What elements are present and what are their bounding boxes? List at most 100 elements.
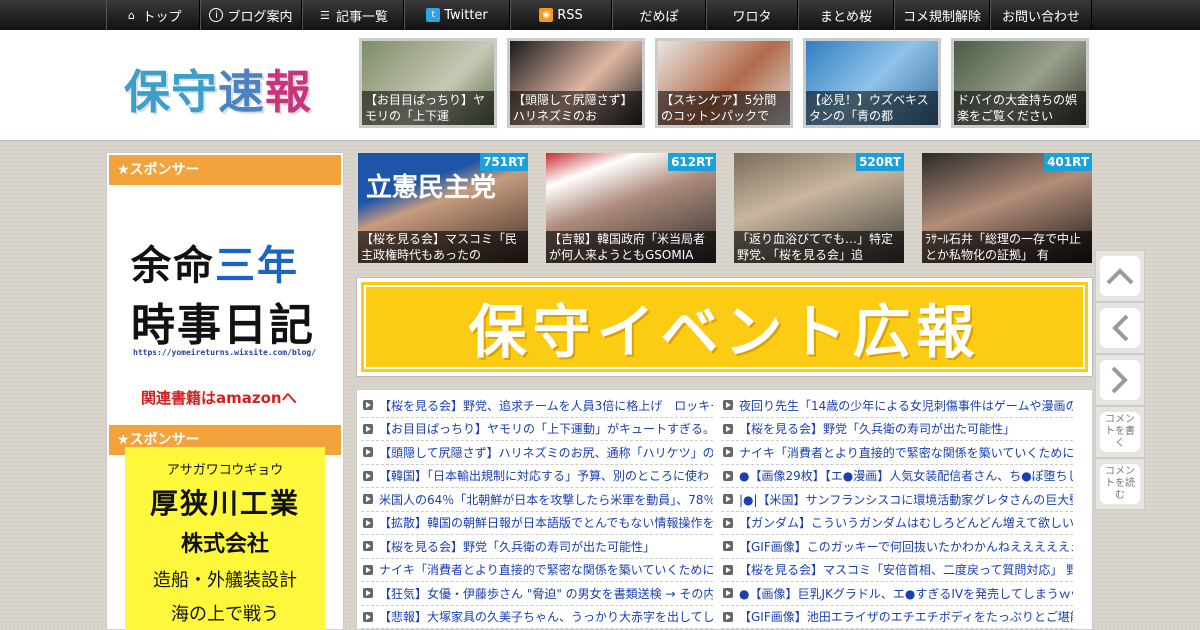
link-text: ●【画像29枚】【エ●漫画】人気女装配信者さん、ち●ぽ堕ちし [739, 469, 1073, 484]
read-comment-button[interactable]: コメントを読む [1095, 458, 1145, 510]
link-text: 【ガンダム】こういうガンダムはむしろどんどん増えて欲しい [739, 516, 1073, 531]
card-caption: 「返り血浴びてでも…」特定野党、「桜を見る会」追 [734, 231, 904, 263]
sponsor-ad-yomei[interactable]: 余命三年 時事日記 https://yomeireturns.wixsite.c… [107, 185, 343, 407]
link-text: 【頭隠して尻隠さず】ハリネズミのお尻、通称「ハリケツ」の [379, 445, 713, 460]
home-icon: ⌂ [127, 8, 135, 22]
info-icon: i [209, 8, 224, 22]
nav-item-comment-unblock[interactable]: コメ規制解除 [894, 0, 990, 30]
sponsor-ad-asagawa[interactable]: アサガワコウギョウ 厚狭川工業 株式会社 造船・外艤装設計 海の上で戦う [125, 447, 325, 630]
featured-card[interactable]: 520RT 「返り血浴びてでも…」特定野党、「桜を見る会」追 [734, 153, 904, 263]
list-item[interactable]: 【頭隠して尻隠さず】ハリネズミのお尻、通称「ハリケツ」の [361, 441, 713, 465]
nav-item-matome-sakura[interactable]: まとめ桜 [798, 0, 894, 30]
list-item[interactable]: 【桜を見る会】野党「久兵衛の寿司が出た可能性」 [721, 418, 1073, 441]
ad-company-name: 厚狭川工業 [149, 487, 300, 520]
nav-item-blog-guide[interactable]: i ブログ案内 [200, 0, 302, 30]
featured-card[interactable]: 612RT 【吉報】韓国政府「米当局者が何人来ようともGSOMIA [546, 153, 716, 263]
list-item[interactable]: 【韓国】「日本輸出規制に対応する」予算、別のところに使わ [361, 465, 713, 488]
ad-extra: 海の上で戦う [171, 604, 279, 625]
nav-item-damepo[interactable]: だめぽ [612, 0, 706, 30]
list-item[interactable]: 【お目目ぱっちり】ヤモリの「上下運動」がキュートすぎる。 [361, 418, 713, 441]
play-bullet-icon [363, 541, 373, 552]
list-item[interactable]: 夜回り先生「14歳の少年による女児刺傷事件はゲームや漫画の [721, 394, 1073, 418]
next-article-button[interactable] [1095, 354, 1145, 406]
nav-item-rss[interactable]: ◉ RSS [510, 0, 612, 30]
rt-badge: 612RT [668, 153, 716, 171]
play-bullet-icon [723, 423, 733, 434]
rt-badge: 520RT [856, 153, 904, 171]
card-caption: ﾗｻｰﾙ石井「総理の一存で中止とか私物化の証拠」 有 [922, 231, 1092, 263]
list-item[interactable]: 【拡散】韓国の朝鮮日報が日本語版でとんでもない情報操作を [361, 512, 713, 535]
button-face: コメントを書く [1100, 412, 1140, 452]
link-text: ナイキ「消費者とより直接的で緊密な関係を築いていくために [379, 563, 713, 578]
amazon-link[interactable]: 関連書籍はamazonへ [141, 387, 297, 408]
nav-item-twitter[interactable]: t Twitter [404, 0, 510, 30]
list-item[interactable]: ●【画像29枚】【エ●漫画】人気女装配信者さん、ち●ぽ堕ちし [721, 465, 1073, 488]
nav-label: Twitter [444, 7, 488, 23]
list-item[interactable]: 【GIF画像】このガッキーで何回抜いたかわかんねええええええ [721, 535, 1073, 559]
link-column-left: 【桜を見る会】野党、追求チームを人員3倍に格上げ ロッキー 【お目目ぱっちり】ヤ… [361, 394, 713, 629]
play-bullet-icon [723, 541, 733, 552]
rss-icon: ◉ [539, 8, 554, 22]
ad-corp-type: 株式会社 [180, 532, 269, 557]
event-banner[interactable]: 保守イベント広報 [356, 277, 1093, 377]
play-bullet-icon [723, 494, 733, 505]
rt-badge: 401RT [1044, 153, 1092, 171]
list-item[interactable]: 【桜を見る会】野党、追求チームを人員3倍に格上げ ロッキー [361, 394, 713, 418]
list-item[interactable]: ナイキ「消費者とより直接的で緊密な関係を築いていくために [361, 559, 713, 582]
ad-description: 造船・外艤装設計 [153, 570, 297, 591]
link-text: |●|【米国】サンフランシスコに環境活動家グレタさんの巨大壁 [739, 492, 1073, 507]
header-thumb[interactable]: 【必見！】ウズベキスタンの「青の都 [803, 38, 941, 128]
button-face [1100, 256, 1140, 296]
header-thumb[interactable]: 【スキンケア】5分間のコットンパックで [655, 38, 793, 128]
scroll-top-button[interactable] [1095, 250, 1145, 302]
ad-text: 三年 [215, 243, 299, 289]
list-icon: ☰ [320, 8, 330, 22]
header-thumb[interactable]: ドバイの大金持ちの娯楽をご覧ください [951, 38, 1089, 128]
card-banner-text: 立憲民主党 [366, 173, 497, 203]
logo-char: 報 [265, 65, 312, 119]
link-text: 米国人の64％「北朝鮮が日本を攻撃したら米軍を動員」、78％ [379, 492, 713, 507]
featured-card[interactable]: 立憲民主党 751RT 【桜を見る会】マスコミ「民主政権時代もあったの [358, 153, 528, 263]
thumb-caption: 【必見！】ウズベキスタンの「青の都 [806, 91, 938, 125]
header-thumb[interactable]: 【頭隠して尻隠さず】ハリネズミのお [507, 38, 645, 128]
link-text: 【桜を見る会】野党「久兵衛の寿司が出た可能性」 [739, 422, 1016, 437]
link-text: 【狂気】女優・伊藤歩さん "脅迫" の男女を書類送検 → その内 [379, 586, 713, 601]
link-text: 【桜を見る会】マスコミ「安倍首相、二度戻って質問対応」 野 [739, 563, 1073, 578]
ad-title-line1: 余命三年 [131, 233, 299, 291]
link-text: 【GIF画像】このガッキーで何回抜いたかわかんねええええええ [739, 539, 1073, 554]
nav-label: まとめ桜 [819, 9, 872, 25]
nav-item-warota[interactable]: ワロタ [706, 0, 798, 30]
play-bullet-icon [723, 588, 733, 599]
site-logo[interactable]: 保守速報 [124, 56, 312, 122]
list-item[interactable]: 【ガンダム】こういうガンダムはむしろどんどん増えて欲しい [721, 512, 1073, 535]
list-item[interactable]: |●|【米国】サンフランシスコに環境活動家グレタさんの巨大壁 [721, 488, 1073, 512]
list-item[interactable]: 【桜を見る会】マスコミ「安倍首相、二度戻って質問対応」 野 [721, 559, 1073, 582]
list-item[interactable]: ナイキ「消費者とより直接的で緊密な関係を築いていくために [721, 441, 1073, 465]
list-item[interactable]: 【桜を見る会】野党「久兵衛の寿司が出た可能性」 [361, 535, 713, 559]
nav-item-top[interactable]: ⌂ トップ [106, 0, 200, 30]
nav-label: お問い合わせ [1001, 9, 1080, 25]
logo-char: 速 [218, 65, 265, 119]
featured-card[interactable]: 401RT ﾗｻｰﾙ石井「総理の一存で中止とか私物化の証拠」 有 [922, 153, 1092, 263]
ad-text: 余命 [131, 243, 215, 289]
card-caption: 【桜を見る会】マスコミ「民主政権時代もあったの [358, 231, 528, 263]
play-bullet-icon [363, 517, 373, 528]
list-item[interactable]: 【狂気】女優・伊藤歩さん "脅迫" の男女を書類送検 → その内 [361, 582, 713, 606]
nav-item-contact[interactable]: お問い合わせ [990, 0, 1092, 30]
list-item[interactable]: ●【画像】巨乳JKグラドル、エ●すぎるIVを発売してしまうｗｗ [721, 582, 1073, 606]
list-item[interactable]: 【悲報】大塚家具の久美子ちゃん、うっかり大赤字を出してし [361, 606, 713, 629]
list-item[interactable]: 【GIF画像】池田エライザのエチエチボディをたっぷりとご堪能 [721, 606, 1073, 629]
nav-item-article-list[interactable]: ☰ 記事一覧 [302, 0, 404, 30]
logo-char: 保 [124, 65, 171, 119]
write-comment-button[interactable]: コメントを書く [1095, 406, 1145, 458]
link-text: ナイキ「消費者とより直接的で緊密な関係を築いていくために [739, 445, 1073, 460]
header-thumb[interactable]: 【お目目ぱっちり】ヤモリの「上下運 [359, 38, 497, 128]
ad-url: https://yomeireturns.wixsite.com/blog/ [133, 348, 317, 357]
prev-article-button[interactable] [1095, 302, 1145, 354]
play-bullet-icon [723, 517, 733, 528]
twitter-icon: t [426, 8, 441, 22]
nav-label: トップ [142, 9, 182, 25]
thumb-caption: ドバイの大金持ちの娯楽をご覧ください [954, 91, 1086, 125]
list-item[interactable]: 米国人の64％「北朝鮮が日本を攻撃したら米軍を動員」、78％ [361, 488, 713, 512]
nav-label: ブログ案内 [227, 9, 293, 25]
